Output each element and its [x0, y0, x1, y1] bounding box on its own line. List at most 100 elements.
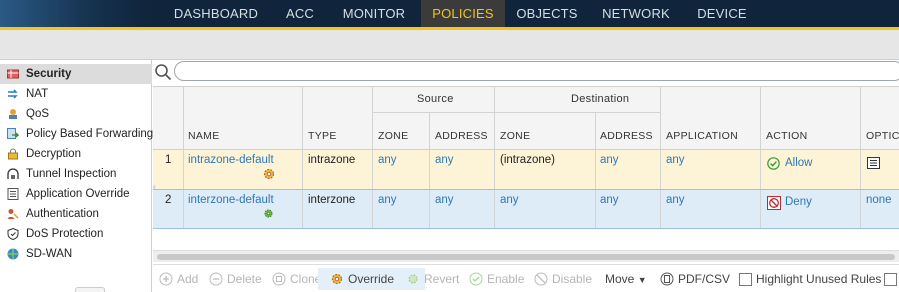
rule-type: intrazone: [308, 154, 356, 166]
log-setting-icon[interactable]: [867, 157, 880, 169]
application[interactable]: any: [666, 154, 685, 166]
rule-name-link[interactable]: intrazone-default: [188, 154, 274, 166]
source-zone[interactable]: any: [378, 154, 397, 166]
tab-policies[interactable]: POLICIES: [421, 0, 505, 28]
move-label: Move: [605, 272, 635, 286]
disable-label: Disable: [552, 272, 593, 286]
highlight-unused-label: Highlight Unused Rules: [756, 272, 882, 286]
top-nav: DASHBOARD ACC MONITOR POLICIES OBJECTS N…: [0, 0, 899, 30]
chevron-down-icon: ▼: [637, 275, 647, 285]
column-header-destination-zone[interactable]: ZONE: [500, 130, 530, 142]
enable-label: Enable: [487, 272, 525, 286]
destination-address[interactable]: any: [600, 154, 619, 166]
app-override-icon: [7, 188, 19, 200]
source-zone[interactable]: any: [378, 194, 397, 206]
row-number: 2: [165, 194, 172, 206]
document-icon: [660, 272, 674, 286]
add-label: Add: [177, 272, 199, 286]
sidebar-item-label: Policy Based Forwarding: [26, 128, 154, 140]
sidebar-item-label: SD-WAN: [26, 248, 73, 260]
override-gear-icon: [263, 168, 275, 180]
sidebar-item-label: Authentication: [26, 208, 99, 220]
filter-input[interactable]: [174, 61, 899, 81]
allow-icon: [767, 157, 780, 170]
column-header-source-zone[interactable]: ZONE: [378, 130, 408, 142]
sidebar-item-label: NAT: [26, 88, 49, 100]
enable-button[interactable]: Enable: [469, 268, 524, 290]
column-header-name[interactable]: NAME: [188, 130, 220, 142]
gear-icon: [331, 273, 343, 285]
destination-zone: (intrazone): [500, 154, 555, 166]
revert-label: Revert: [424, 272, 460, 286]
default-rule-gear-icon: [264, 209, 273, 218]
lock-icon: [8, 148, 18, 160]
horizontal-scrollbar[interactable]: [153, 250, 899, 262]
source-group-header: Source: [417, 93, 454, 105]
sdwan-icon: [7, 248, 19, 260]
destination-zone[interactable]: any: [500, 194, 519, 206]
destination-group-header: Destination: [571, 93, 630, 105]
sidebar-item-label: Application Override: [26, 188, 130, 200]
source-address[interactable]: any: [435, 194, 454, 206]
clone-icon: [272, 272, 286, 286]
sidebar-item-tunnel-inspection[interactable]: Tunnel Inspection: [0, 164, 152, 184]
revert-button[interactable]: Revert: [406, 268, 459, 290]
enable-icon: [469, 272, 483, 286]
source-address[interactable]: any: [435, 154, 454, 166]
move-dropdown[interactable]: Move ▼: [605, 268, 647, 290]
rule-type: interzone: [308, 194, 356, 206]
tab-acc[interactable]: ACC: [276, 0, 324, 28]
sidebar-item-pbf[interactable]: Policy Based Forwarding: [0, 124, 154, 144]
destination-address[interactable]: any: [600, 194, 619, 206]
application[interactable]: any: [666, 194, 685, 206]
pbf-icon: [7, 128, 19, 139]
options-value[interactable]: none: [866, 194, 892, 206]
tab-dashboard[interactable]: DASHBOARD: [166, 0, 266, 28]
tab-objects[interactable]: OBJECTS: [510, 0, 584, 28]
add-button[interactable]: Add: [159, 268, 198, 290]
sidebar-item-label: Tunnel Inspection: [26, 168, 117, 180]
nat-icon: [8, 89, 18, 99]
column-header-type[interactable]: TYPE: [308, 130, 337, 142]
delete-button[interactable]: Delete: [209, 268, 262, 290]
brand-banner: [0, 0, 150, 28]
column-header-action[interactable]: ACTION: [766, 130, 807, 142]
pdf-csv-label: PDF/CSV: [678, 272, 731, 286]
sidebar-item-label: Security: [26, 68, 72, 80]
sidebar-item-qos[interactable]: QoS: [0, 104, 152, 124]
tab-monitor[interactable]: MONITOR: [334, 0, 414, 28]
clone-button[interactable]: Clone: [272, 268, 321, 290]
add-icon: [159, 272, 173, 286]
sidebar-item-security[interactable]: Security: [0, 64, 152, 84]
scrollbar-thumb[interactable]: [157, 254, 895, 260]
sidebar-item-label: DoS Protection: [26, 228, 104, 240]
tab-device[interactable]: DEVICE: [688, 0, 756, 28]
column-header-application[interactable]: APPLICATION: [666, 130, 738, 142]
column-header-source-address[interactable]: ADDRESS: [435, 130, 488, 142]
subheader-strip: [0, 30, 899, 60]
action-allow[interactable]: Allow: [785, 157, 812, 169]
row-number: 1: [165, 154, 172, 166]
sidebar-item-application-override[interactable]: Application Override: [0, 184, 152, 204]
user-key-icon: [7, 209, 19, 219]
column-header-destination-address[interactable]: ADDRESS: [600, 130, 653, 142]
column-header-options[interactable]: OPTIC: [866, 130, 899, 142]
pdf-csv-button[interactable]: PDF/CSV: [660, 268, 730, 290]
row-resize-handle[interactable]: ‹: [153, 183, 157, 191]
sidebar-item-label: QoS: [26, 108, 50, 120]
sidebar-item-sd-wan[interactable]: SD-WAN: [0, 244, 152, 264]
extra-checkbox[interactable]: [884, 273, 897, 286]
rule-name-link[interactable]: interzone-default: [188, 194, 274, 206]
tab-network[interactable]: NETWORK: [596, 0, 676, 28]
sidebar-item-decryption[interactable]: Decryption: [0, 144, 152, 164]
disable-button[interactable]: Disable: [534, 268, 592, 290]
search-icon[interactable]: [154, 63, 172, 81]
action-deny[interactable]: Deny: [785, 196, 812, 208]
sidebar-item-authentication[interactable]: Authentication: [0, 204, 152, 224]
sidebar-scroll-handle[interactable]: [75, 287, 105, 292]
shield-icon: [7, 228, 19, 240]
sidebar-item-nat[interactable]: NAT: [0, 84, 152, 104]
sidebar-item-dos-protection[interactable]: DoS Protection: [0, 224, 152, 244]
sidebar-item-label: Decryption: [26, 148, 81, 160]
disable-icon: [534, 272, 548, 286]
